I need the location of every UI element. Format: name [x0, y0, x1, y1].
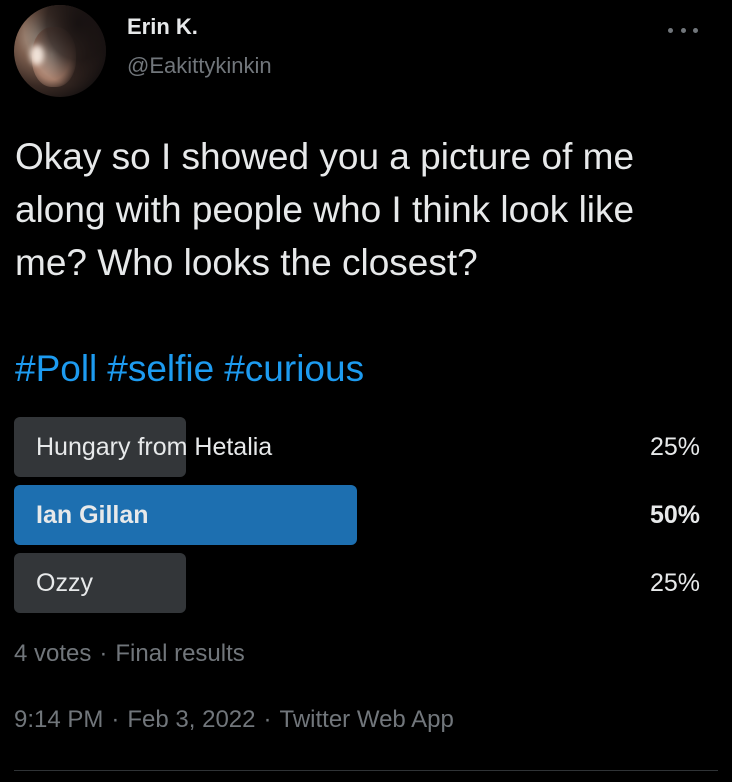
tweet-time[interactable]: 9:14 PM	[14, 706, 103, 733]
separator: ·	[263, 706, 272, 733]
tweet-date[interactable]: Feb 3, 2022	[127, 706, 255, 733]
poll-status: Final results	[115, 640, 245, 667]
separator: ·	[111, 706, 120, 733]
poll-summary: 4 votes · Final results	[14, 640, 245, 668]
poll-option-ian-gillan: Ian Gillan 50%	[14, 485, 704, 545]
hashtags: #Poll #selfie #curious	[15, 342, 374, 395]
divider	[14, 770, 718, 771]
avatar-hair	[14, 5, 106, 97]
poll-option-percent: 25%	[649, 433, 700, 461]
poll-option-ozzy: Ozzy 25%	[14, 553, 704, 613]
poll-option-label: Ian Gillan	[36, 501, 149, 529]
poll-option-percent: 50%	[649, 501, 700, 529]
tweet: Erin K. @Eakittykinkin Okay so I showed …	[0, 0, 732, 782]
avatar-highlight	[30, 45, 44, 65]
tweet-source[interactable]: Twitter Web App	[280, 706, 454, 733]
tweet-text: Okay so I showed you a picture of me alo…	[15, 136, 635, 283]
tweet-timestamp: 9:14 PM · Feb 3, 2022 · Twitter Web App	[14, 706, 454, 734]
user-handle[interactable]: @Eakittykinkin	[127, 53, 272, 79]
separator: ·	[99, 640, 108, 667]
hashtag-link[interactable]: #Poll	[15, 348, 97, 389]
more-dot	[668, 27, 673, 33]
more-dot	[693, 27, 698, 33]
hashtag-link[interactable]: #curious	[224, 348, 364, 389]
display-name[interactable]: Erin K.	[127, 14, 198, 40]
more-dot	[680, 27, 686, 33]
poll-option-percent: 25%	[649, 569, 700, 597]
hashtag-link[interactable]: #selfie	[107, 348, 214, 389]
poll-option-hungary: Hungary from Hetalia 25%	[14, 417, 704, 477]
avatar[interactable]	[14, 5, 106, 97]
poll-option-label: Ozzy	[36, 569, 93, 597]
poll-option-label: Hungary from Hetalia	[36, 433, 273, 461]
poll-vote-count: 4 votes	[14, 640, 92, 667]
more-horizontal-icon[interactable]	[668, 26, 698, 34]
